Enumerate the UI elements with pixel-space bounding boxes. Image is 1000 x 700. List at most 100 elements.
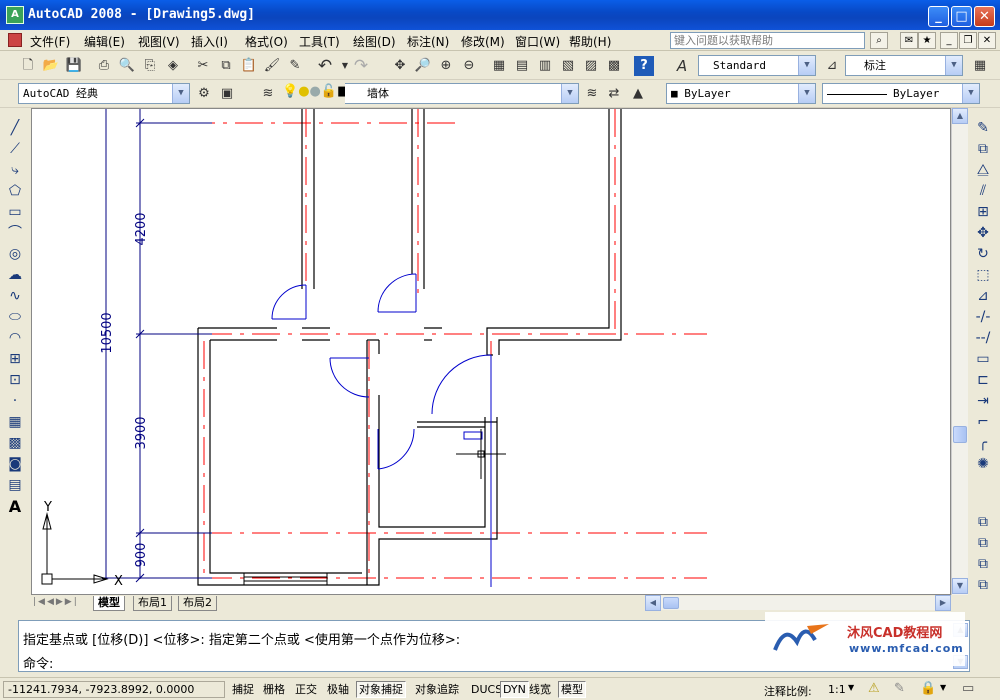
lock-icon[interactable]: 🔓 (321, 84, 337, 99)
chevron-down-icon[interactable]: ▼ (798, 84, 815, 103)
scroll-down-icon[interactable]: ▼ (952, 578, 968, 594)
text-style-icon[interactable]: A (672, 56, 692, 76)
spline-icon[interactable]: ∿ (5, 286, 25, 307)
layer-tools-icon[interactable]: ▲ (628, 84, 648, 104)
workspace-save-icon[interactable]: ▣ (217, 84, 237, 104)
plot-preview-icon[interactable]: 🔍 (117, 56, 137, 76)
gradient-icon[interactable]: ▩ (5, 433, 25, 454)
osnap-toggle[interactable]: 对象捕捉 (356, 681, 406, 698)
help-search-input[interactable]: 键入问题以获取帮助 (670, 32, 865, 49)
polygon-icon[interactable]: ⬠ (5, 181, 25, 202)
scroll-right-icon[interactable]: ▶ (935, 595, 951, 611)
menu-help[interactable]: 帮助(H) (569, 33, 611, 50)
extend-icon[interactable]: --/ (973, 328, 993, 349)
lineweight-toggle[interactable]: 线宽 (526, 681, 554, 698)
calculator-icon[interactable]: ▩ (604, 56, 624, 76)
trim-icon[interactable]: -/- (973, 307, 993, 328)
linetype-select[interactable]: ByLayer ▼ (822, 83, 980, 104)
circle-icon[interactable]: ◎ (5, 244, 25, 265)
make-block-icon[interactable]: ⊡ (5, 370, 25, 391)
markup-icon[interactable]: ▨ (581, 56, 601, 76)
point-icon[interactable]: · (5, 391, 25, 412)
doc-minimize-button[interactable]: _ (940, 32, 958, 49)
new-file-icon[interactable]: 🗋 (18, 56, 38, 76)
menu-file[interactable]: 文件(F) (30, 33, 70, 50)
publish-icon[interactable]: ⎘ (140, 56, 160, 76)
dim-style-select[interactable]: 标注 ▼ (845, 55, 963, 76)
move-icon[interactable]: ✥ (973, 223, 993, 244)
chevron-down-icon[interactable]: ▼ (940, 683, 946, 692)
cut-icon[interactable]: ✂ (193, 56, 213, 76)
bring-to-front-icon[interactable]: ⧉ (973, 512, 993, 533)
insert-block-icon[interactable]: ⊞ (5, 349, 25, 370)
hatch-icon[interactable]: ▦ (5, 412, 25, 433)
chevron-down-icon[interactable]: ▼ (798, 56, 815, 75)
polar-toggle[interactable]: 极轴 (324, 681, 352, 698)
horizontal-scroll-thumb[interactable] (663, 597, 679, 609)
send-under-icon[interactable]: ⧉ (973, 575, 993, 596)
layer-previous-icon[interactable]: ⇄ (604, 84, 624, 104)
rotate-icon[interactable]: ↻ (973, 244, 993, 265)
send-to-back-icon[interactable]: ⧉ (973, 533, 993, 554)
help-icon[interactable]: ? (634, 56, 654, 76)
polyline-icon[interactable]: ⤷ (5, 160, 25, 181)
grid-toggle[interactable]: 栅格 (260, 681, 288, 698)
chamfer-icon[interactable]: ⌐ (973, 412, 993, 433)
menu-edit[interactable]: 编辑(E) (84, 33, 125, 50)
make-current-layer-icon[interactable]: ≋ (582, 84, 602, 104)
zoom-window-icon[interactable]: ⊕ (436, 56, 456, 76)
menu-insert[interactable]: 插入(I) (191, 33, 228, 50)
horizontal-scrollbar[interactable]: ◀ ▶ (645, 595, 951, 611)
freeze-vp-icon[interactable]: ● (310, 84, 321, 99)
offset-icon[interactable]: ⫽ (973, 181, 993, 202)
region-icon[interactable]: ◙ (5, 454, 25, 475)
vertical-scrollbar[interactable]: ▲ ▼ (951, 108, 968, 595)
dim-style-icon[interactable]: ⊿ (822, 56, 842, 76)
command-prompt[interactable]: 命令: (23, 653, 53, 672)
maximize-button[interactable]: □ (951, 6, 972, 27)
menu-modify[interactable]: 修改(M) (461, 33, 505, 50)
menu-window[interactable]: 窗口(W) (515, 33, 560, 50)
ellipse-icon[interactable]: ⬭ (5, 307, 25, 328)
bring-above-icon[interactable]: ⧉ (973, 554, 993, 575)
autocad-icon[interactable]: A (6, 6, 24, 24)
tab-navigation-arrows[interactable]: |◀◀▶▶| (33, 597, 79, 607)
chevron-down-icon[interactable]: ▼ (561, 84, 578, 103)
text-style-select[interactable]: Standard ▼ (698, 55, 816, 76)
table-style-icon[interactable]: ▦ (970, 56, 990, 76)
menu-tools[interactable]: 工具(T) (299, 33, 340, 50)
chevron-down-icon[interactable]: ▼ (848, 683, 854, 692)
workspace-select[interactable]: AutoCAD 经典 ▼ (18, 83, 190, 104)
mirror-icon[interactable]: ⧋ (973, 160, 993, 181)
array-icon[interactable]: ⊞ (973, 202, 993, 223)
paste-icon[interactable]: 📋 (239, 56, 259, 76)
light-bulb-icon[interactable]: 💡 (282, 84, 298, 99)
ellipse-arc-icon[interactable]: ◠ (5, 328, 25, 349)
menu-view[interactable]: 视图(V) (138, 33, 180, 50)
search-icon[interactable]: ⌕ (870, 32, 888, 49)
redo-icon[interactable]: ↷ (351, 56, 371, 76)
otrack-toggle[interactable]: 对象追踪 (412, 681, 462, 698)
close-button[interactable]: ✕ (974, 6, 995, 27)
color-select[interactable]: ■ ByLayer ▼ (666, 83, 816, 104)
table-icon[interactable]: ▤ (5, 475, 25, 496)
rectangle-icon[interactable]: ▭ (5, 202, 25, 223)
construction-line-icon[interactable]: ⟋ (5, 139, 25, 160)
scroll-left-icon[interactable]: ◀ (645, 595, 661, 611)
zoom-realtime-icon[interactable]: 🔎 (413, 56, 433, 76)
tool-palettes-icon[interactable]: ▥ (535, 56, 555, 76)
chevron-down-icon[interactable]: ▼ (962, 84, 979, 103)
menu-dimension[interactable]: 标注(N) (407, 33, 449, 50)
fillet-icon[interactable]: ╭ (973, 433, 993, 454)
revision-cloud-icon[interactable]: ☁ (5, 265, 25, 286)
tab-layout2[interactable]: 布局2 (178, 596, 217, 611)
line-icon[interactable]: ╱ (5, 118, 25, 139)
drawing-area[interactable]: 10500 4200 3900 900 Y X (31, 108, 951, 595)
save-icon[interactable]: 💾 (64, 56, 84, 76)
zoom-previous-icon[interactable]: ⊖ (459, 56, 479, 76)
clean-screen-icon[interactable]: ▭ (962, 681, 974, 696)
doc-restore-button[interactable]: ❐ (959, 32, 977, 49)
print-icon[interactable]: ⎙ (94, 56, 114, 76)
doc-close-button[interactable]: ✕ (978, 32, 996, 49)
pan-icon[interactable]: ✥ (390, 56, 410, 76)
